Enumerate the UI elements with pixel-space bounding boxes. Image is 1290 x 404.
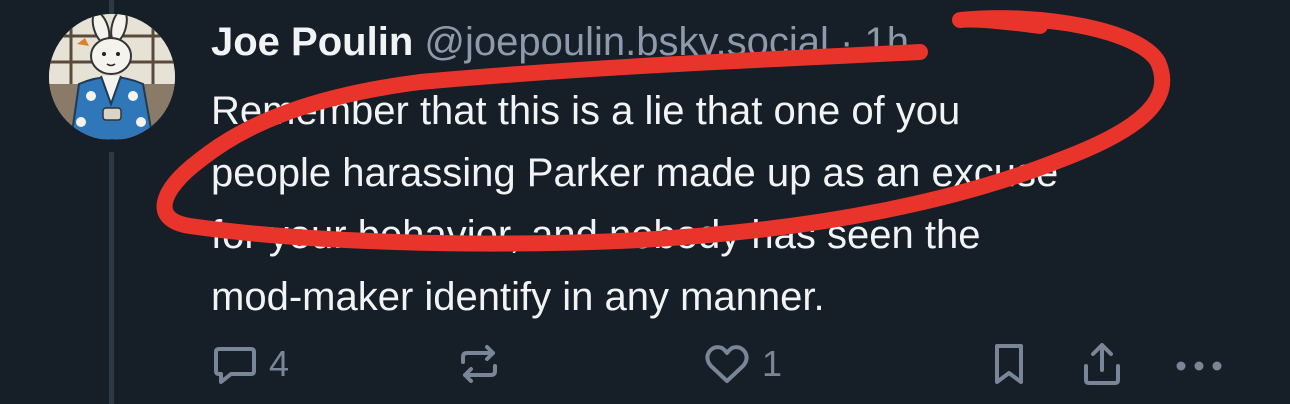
like-count: 1 [762,343,783,384]
bookmark-icon [995,344,1023,384]
repost-icon [461,345,497,383]
separator-dot: · [840,20,854,64]
heart-icon [705,345,749,383]
more-options-button[interactable] [1172,336,1226,392]
post-text-line: people harassing Parker made up as an ex… [211,151,1059,195]
author-handle[interactable]: @joepoulin.bsky.social [424,20,829,64]
share-icon [1084,343,1120,385]
reply-count: 4 [269,343,290,384]
like-button[interactable]: 1 [702,336,782,392]
post-text: Remember that this is a lie that one of … [211,80,1251,328]
share-button[interactable] [1078,336,1126,392]
post-text-line: for your behavior, and nobody has seen t… [211,213,981,257]
bookmark-button[interactable] [985,336,1033,392]
thread-line [109,0,114,14]
post-text-line: mod-maker identify in any manner. [211,275,825,319]
ellipsis-icon [1176,361,1222,371]
post-header: Joe Poulin @joepoulin.bsky.social · 1h [211,14,909,70]
post[interactable]: Joe Poulin @joepoulin.bsky.social · 1h R… [0,0,1290,404]
repost-button[interactable] [455,336,503,392]
avatar[interactable] [49,14,175,140]
post-timestamp[interactable]: 1h [864,20,909,64]
post-actions: 4 1 [0,336,1290,392]
author-display-name[interactable]: Joe Poulin [211,20,413,64]
post-text-line: Remember that this is a lie that one of … [211,89,961,133]
reply-bubble-icon [214,347,256,384]
avatar-image [49,14,175,140]
reply-button[interactable]: 4 [211,336,289,392]
